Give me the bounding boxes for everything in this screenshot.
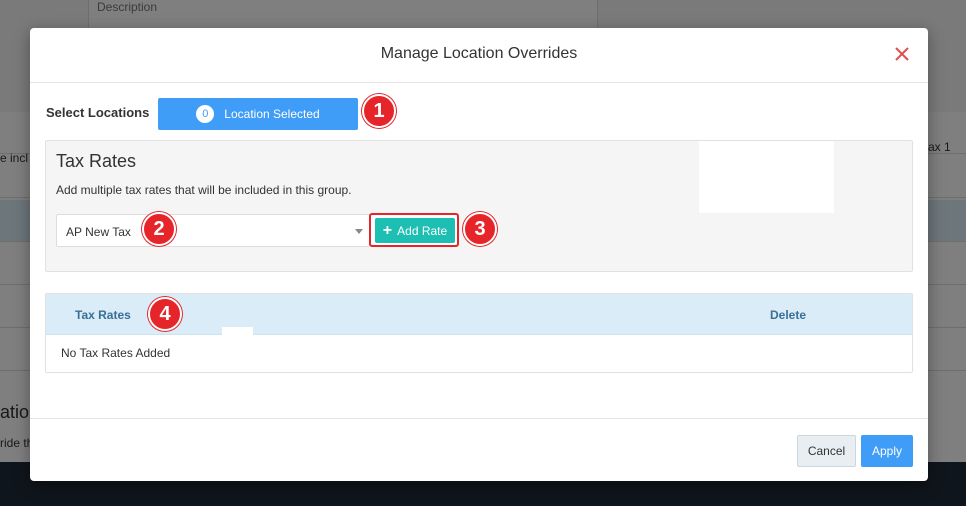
modal-header: Manage Location Overrides bbox=[30, 28, 928, 83]
empty-table-message: No Tax Rates Added bbox=[61, 346, 171, 360]
location-count-badge: 0 bbox=[196, 105, 215, 123]
cancel-button[interactable]: Cancel bbox=[797, 435, 856, 467]
step-marker-4: 4 bbox=[148, 297, 182, 331]
modal-footer: Cancel Apply bbox=[30, 418, 928, 481]
location-button-label: Location Selected bbox=[224, 107, 320, 121]
tax-rate-select[interactable]: AP New Tax bbox=[56, 214, 370, 247]
column-header-tax-rates[interactable]: Tax Rates bbox=[75, 308, 131, 322]
column-header-delete: Delete bbox=[770, 308, 807, 322]
manage-location-overrides-modal: Manage Location Overrides Select Locatio… bbox=[30, 28, 928, 481]
select-locations-label: Select Locations bbox=[46, 105, 150, 120]
close-icon[interactable] bbox=[892, 44, 912, 64]
modal-title: Manage Location Overrides bbox=[380, 45, 578, 62]
plus-icon: + bbox=[382, 221, 393, 239]
blank-area bbox=[222, 327, 253, 335]
step-marker-1: 1 bbox=[362, 94, 396, 128]
tax-rates-description: Add multiple tax rates that will be incl… bbox=[56, 183, 352, 197]
step-marker-2: 2 bbox=[142, 212, 176, 246]
add-rate-button[interactable]: + Add Rate bbox=[375, 218, 455, 243]
tax-rates-title: Tax Rates bbox=[56, 151, 137, 171]
apply-button[interactable]: Apply bbox=[861, 435, 913, 467]
blank-area bbox=[699, 141, 834, 213]
tax-rate-select-value: AP New Tax bbox=[66, 225, 131, 239]
step-marker-3: 3 bbox=[463, 212, 497, 246]
add-rate-label: Add Rate bbox=[397, 223, 448, 238]
tax-rates-panel: Tax Rates Add multiple tax rates that wi… bbox=[45, 140, 913, 272]
caret-down-icon bbox=[355, 229, 363, 234]
location-selected-button[interactable]: 0 Location Selected bbox=[158, 98, 358, 130]
